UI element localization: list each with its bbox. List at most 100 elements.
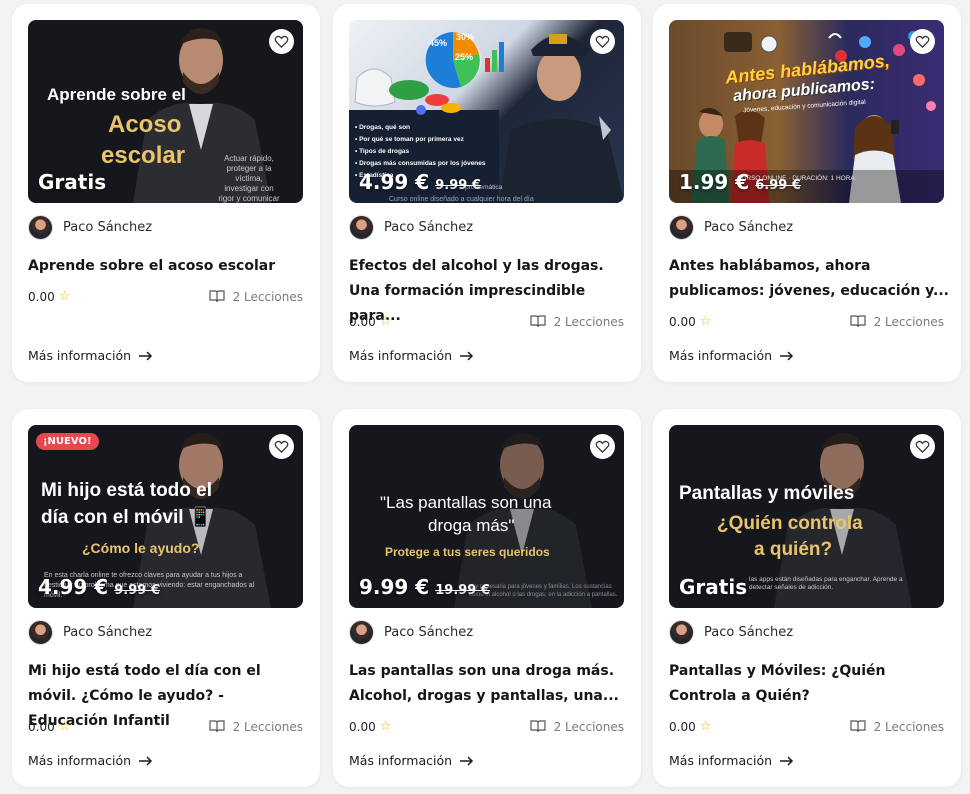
- rating-value: 0.00: [349, 314, 376, 329]
- thumb-line-2: día con el móvil 📱: [41, 507, 213, 528]
- avatar: [28, 620, 53, 645]
- author[interactable]: Paco Sánchez: [669, 215, 793, 240]
- course-title[interactable]: Aprende sobre el acoso escolar: [28, 254, 308, 279]
- lessons-count: 2 Lecciones: [232, 719, 303, 734]
- star-icon: ☆: [699, 314, 712, 329]
- lessons: 2 Lecciones: [849, 315, 944, 329]
- book-icon: [529, 315, 546, 328]
- lessons: 2 Lecciones: [208, 719, 303, 734]
- author[interactable]: Paco Sánchez: [669, 620, 793, 645]
- course-title[interactable]: Antes hablábamos, ahora publicamos: jóve…: [669, 254, 949, 304]
- thumb-line-1: "Las pantallas son una: [380, 493, 552, 512]
- more-info-link[interactable]: Más información: [669, 753, 794, 768]
- arrow-right-icon: [780, 350, 794, 361]
- favorite-button[interactable]: [910, 29, 935, 54]
- favorite-button[interactable]: [269, 434, 294, 459]
- price: 4.99 €: [38, 575, 109, 599]
- book-icon: [849, 720, 866, 733]
- lessons-count: 2 Lecciones: [232, 289, 303, 304]
- thumb-small-text: al y necesaria para jóvenes y familias. …: [469, 584, 618, 598]
- star-icon: ☆: [699, 719, 712, 734]
- course-thumbnail[interactable]: "Las pantallas son una droga más" Proteg…: [349, 425, 624, 608]
- course-card[interactable]: 45% 30% 25% • Drogas, qué son • Por qué …: [333, 4, 641, 382]
- rating: 0.00 ☆: [28, 289, 70, 304]
- favorite-button[interactable]: [590, 29, 615, 54]
- author[interactable]: Paco Sánchez: [349, 620, 473, 645]
- thumb-line-2: droga más": [428, 516, 515, 535]
- more-info-link[interactable]: Más información: [28, 348, 153, 363]
- old-price: 6.99 €: [755, 178, 801, 193]
- course-title[interactable]: Pantallas y Móviles: ¿Quién Controla a Q…: [669, 659, 949, 709]
- course-card[interactable]: Pantallas y móviles ¿Quién controla a qu…: [653, 409, 961, 787]
- new-badge: ¡NUEVO!: [36, 433, 99, 450]
- thumb-bullet: • Drogas más consumidas por los jóvenes: [355, 160, 486, 167]
- price-row: Gratis: [679, 575, 747, 599]
- author[interactable]: Paco Sánchez: [349, 215, 473, 240]
- arrow-right-icon: [139, 350, 153, 361]
- author-name: Paco Sánchez: [384, 220, 474, 235]
- rating-value: 0.00: [28, 719, 55, 734]
- thumb-line-3: a quién?: [754, 539, 833, 560]
- more-info-label: Más información: [349, 753, 453, 768]
- course-meta: 0.00 ☆ 2 Lecciones: [28, 289, 303, 304]
- pie-label-3: 25%: [455, 52, 474, 62]
- avatar: [28, 215, 53, 240]
- arrow-right-icon: [139, 755, 153, 766]
- lessons-count: 2 Lecciones: [553, 314, 624, 329]
- course-card[interactable]: ¡NUEVO! Mi hijo está todo el día con el …: [12, 409, 320, 787]
- course-card[interactable]: Antes hablábamos, ahora publicamos: Jóve…: [653, 4, 961, 382]
- star-icon: ☆: [58, 289, 71, 304]
- more-info-label: Más información: [669, 348, 773, 363]
- lessons-count: 2 Lecciones: [873, 719, 944, 734]
- price: 1.99 €: [679, 170, 750, 194]
- course-card[interactable]: Aprende sobre el Acoso escolar Actuar rá…: [12, 4, 320, 382]
- rating: 0.00 ☆: [669, 314, 711, 329]
- thumb-small-text: Curso online diseñado a cualquier hora d…: [389, 196, 534, 203]
- more-info-link[interactable]: Más información: [28, 753, 153, 768]
- course-meta: 0.00 ☆ 2 Lecciones: [28, 719, 303, 734]
- price: 4.99 €: [359, 170, 430, 194]
- course-thumbnail[interactable]: Antes hablábamos, ahora publicamos: Jóve…: [669, 20, 944, 203]
- lessons: 2 Lecciones: [529, 314, 624, 329]
- rating-value: 0.00: [28, 289, 55, 304]
- course-title[interactable]: Las pantallas son una droga más. Alcohol…: [349, 659, 629, 709]
- thumb-small-text: Actuar rápido, proteger a la víctima, in…: [218, 154, 280, 203]
- more-info-link[interactable]: Más información: [669, 348, 794, 363]
- more-info-label: Más información: [28, 753, 132, 768]
- thumb-line-1: Mi hijo está todo el: [41, 480, 213, 501]
- more-info-link[interactable]: Más información: [349, 348, 474, 363]
- book-icon: [529, 720, 546, 733]
- favorite-button[interactable]: [269, 29, 294, 54]
- thumb-line-2: ¿Quién controla: [717, 513, 863, 534]
- heart-icon: [274, 440, 289, 454]
- course-thumbnail[interactable]: ¡NUEVO! Mi hijo está todo el día con el …: [28, 425, 303, 608]
- thumb-line-2: Acoso: [108, 111, 182, 138]
- rating: 0.00 ☆: [669, 719, 711, 734]
- thumb-line-3: Protege a tus seres queridos: [385, 545, 550, 559]
- lessons: 2 Lecciones: [849, 719, 944, 734]
- author[interactable]: Paco Sánchez: [28, 215, 152, 240]
- favorite-button[interactable]: [590, 434, 615, 459]
- price-row: 4.99 € 9.99 €: [38, 575, 160, 599]
- arrow-right-icon: [460, 350, 474, 361]
- old-price: 9.99 €: [435, 178, 481, 193]
- old-price: 19.99 €: [435, 583, 490, 598]
- course-meta: 0.00 ☆ 2 Lecciones: [349, 314, 624, 329]
- avatar: [669, 620, 694, 645]
- course-thumbnail[interactable]: Aprende sobre el Acoso escolar Actuar rá…: [28, 20, 303, 203]
- favorite-button[interactable]: [910, 434, 935, 459]
- author-name: Paco Sánchez: [63, 625, 153, 640]
- more-info-link[interactable]: Más información: [349, 753, 474, 768]
- book-icon: [208, 290, 225, 303]
- price-row: Gratis: [38, 170, 106, 194]
- price: 9.99 €: [359, 575, 430, 599]
- course-thumbnail[interactable]: 45% 30% 25% • Drogas, qué son • Por qué …: [349, 20, 624, 203]
- lessons-count: 2 Lecciones: [553, 719, 624, 734]
- course-card[interactable]: "Las pantallas son una droga más" Proteg…: [333, 409, 641, 787]
- arrow-right-icon: [460, 755, 474, 766]
- thumb-line-1: Pantallas y móviles: [679, 483, 855, 504]
- author-name: Paco Sánchez: [704, 625, 794, 640]
- course-thumbnail[interactable]: Pantallas y móviles ¿Quién controla a qu…: [669, 425, 944, 608]
- star-icon: ☆: [58, 719, 71, 734]
- author[interactable]: Paco Sánchez: [28, 620, 152, 645]
